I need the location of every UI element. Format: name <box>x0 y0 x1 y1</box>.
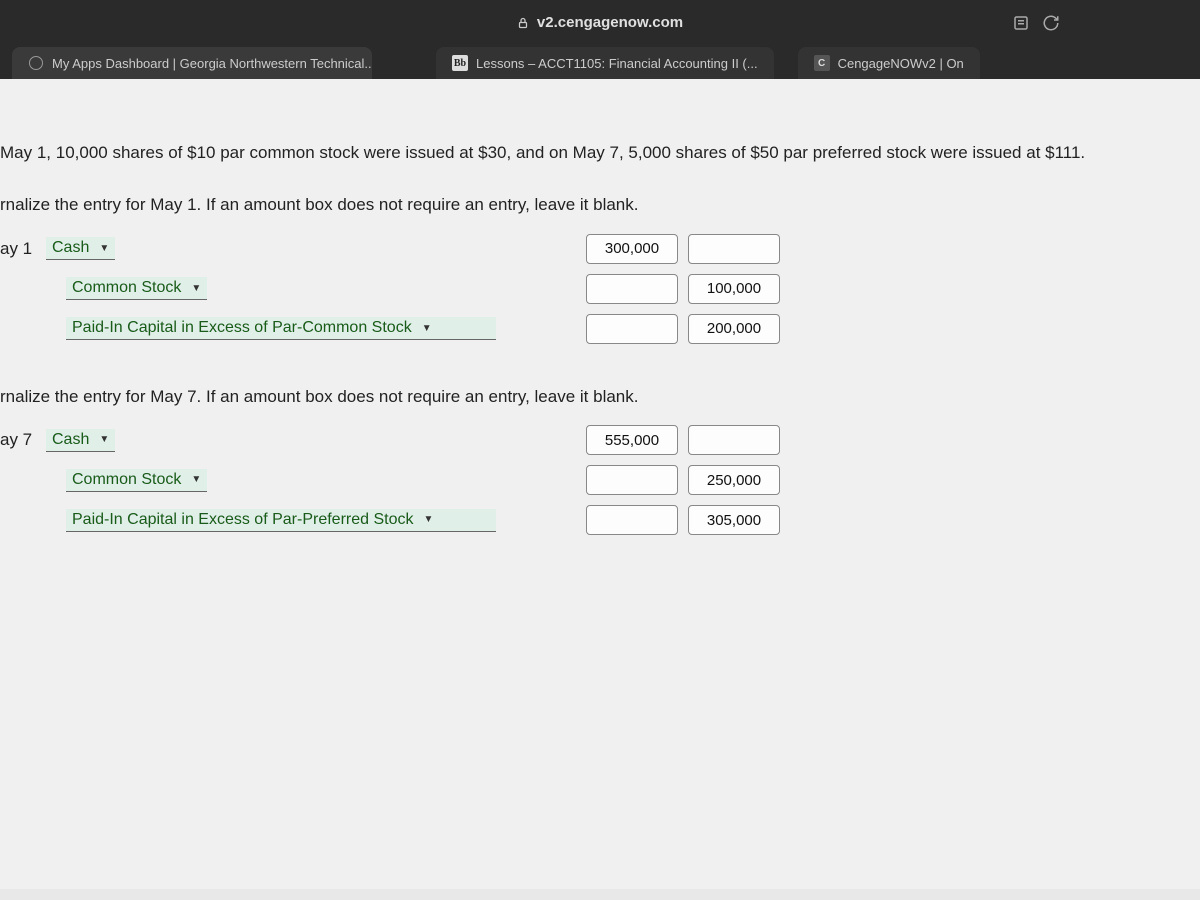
problem-intro: May 1, 10,000 shares of $10 par common s… <box>0 139 1200 184</box>
lock-icon <box>517 16 529 30</box>
debit-input[interactable] <box>586 274 678 304</box>
account-select-common-stock[interactable]: Common Stock ▼ <box>66 469 207 492</box>
url-bar[interactable]: v2.cengagenow.com <box>517 14 683 31</box>
credit-input[interactable]: 250,000 <box>688 465 780 495</box>
journal-row: Common Stock ▼ 100,000 <box>0 272 1200 306</box>
journal-row: ay 1 Cash ▼ 300,000 <box>0 232 1200 266</box>
account-value: Paid-In Capital in Excess of Par-Common … <box>72 319 412 337</box>
chevron-down-icon: ▼ <box>423 514 433 525</box>
debit-input[interactable] <box>586 505 678 535</box>
favicon-bb-icon: Bb <box>452 55 468 71</box>
journal-entry-may1: ay 1 Cash ▼ 300,000 Common Stock ▼ <box>0 232 1200 346</box>
tab-lessons[interactable]: Bb Lessons – ACCT1105: Financial Account… <box>436 47 774 79</box>
chevron-down-icon: ▼ <box>99 434 109 445</box>
account-select-common-stock[interactable]: Common Stock ▼ <box>66 277 207 300</box>
account-value: Common Stock <box>72 279 181 297</box>
debit-input[interactable] <box>586 314 678 344</box>
journal-entry-may7: ay 7 Cash ▼ 555,000 Common Stock ▼ <box>0 423 1200 537</box>
date-label: ay 7 <box>0 430 46 450</box>
page-content: May 1, 10,000 shares of $10 par common s… <box>0 79 1200 889</box>
credit-input[interactable] <box>688 234 780 264</box>
address-bar-row: v2.cengagenow.com <box>0 8 1200 37</box>
journal-row: ay 7 Cash ▼ 555,000 <box>0 423 1200 457</box>
tab-dashboard[interactable]: My Apps Dashboard | Georgia Northwestern… <box>12 47 372 79</box>
credit-input[interactable]: 100,000 <box>688 274 780 304</box>
tab-label: CengageNOWv2 | On <box>838 56 964 71</box>
reader-mode-icon[interactable] <box>1012 14 1030 32</box>
account-select-paid-in-capital-common[interactable]: Paid-In Capital in Excess of Par-Common … <box>66 317 496 340</box>
instruction-may1: rnalize the entry for May 1. If an amoun… <box>0 184 1200 232</box>
debit-input[interactable] <box>586 465 678 495</box>
favicon-circle-icon <box>28 55 44 71</box>
tab-cengage[interactable]: C CengageNOWv2 | On <box>798 47 980 79</box>
account-select-paid-in-capital-preferred[interactable]: Paid-In Capital in Excess of Par-Preferr… <box>66 509 496 532</box>
browser-chrome: v2.cengagenow.com My Apps Dashboard | Ge… <box>0 0 1200 79</box>
tab-label: Lessons – ACCT1105: Financial Accounting… <box>476 56 758 71</box>
account-select-cash[interactable]: Cash ▼ <box>46 429 115 452</box>
account-value: Common Stock <box>72 471 181 489</box>
debit-input[interactable]: 300,000 <box>586 234 678 264</box>
instruction-may7: rnalize the entry for May 7. If an amoun… <box>0 376 1200 424</box>
account-value: Paid-In Capital in Excess of Par-Preferr… <box>72 511 413 529</box>
chevron-down-icon: ▼ <box>191 474 201 485</box>
chevron-down-icon: ▼ <box>422 323 432 334</box>
favicon-c-icon: C <box>814 55 830 71</box>
tab-label: My Apps Dashboard | Georgia Northwestern… <box>52 56 372 71</box>
account-select-cash[interactable]: Cash ▼ <box>46 237 115 260</box>
journal-row: Common Stock ▼ 250,000 <box>0 463 1200 497</box>
reload-icon[interactable] <box>1042 14 1060 32</box>
account-value: Cash <box>52 239 89 257</box>
debit-input[interactable]: 555,000 <box>586 425 678 455</box>
chevron-down-icon: ▼ <box>191 283 201 294</box>
credit-input[interactable] <box>688 425 780 455</box>
account-value: Cash <box>52 431 89 449</box>
tab-strip: My Apps Dashboard | Georgia Northwestern… <box>0 37 1200 79</box>
journal-row: Paid-In Capital in Excess of Par-Common … <box>0 312 1200 346</box>
chevron-down-icon: ▼ <box>99 243 109 254</box>
toolbar-right <box>1012 14 1060 32</box>
credit-input[interactable]: 305,000 <box>688 505 780 535</box>
journal-row: Paid-In Capital in Excess of Par-Preferr… <box>0 503 1200 537</box>
date-label: ay 1 <box>0 239 46 259</box>
credit-input[interactable]: 200,000 <box>688 314 780 344</box>
url-text: v2.cengagenow.com <box>537 14 683 31</box>
